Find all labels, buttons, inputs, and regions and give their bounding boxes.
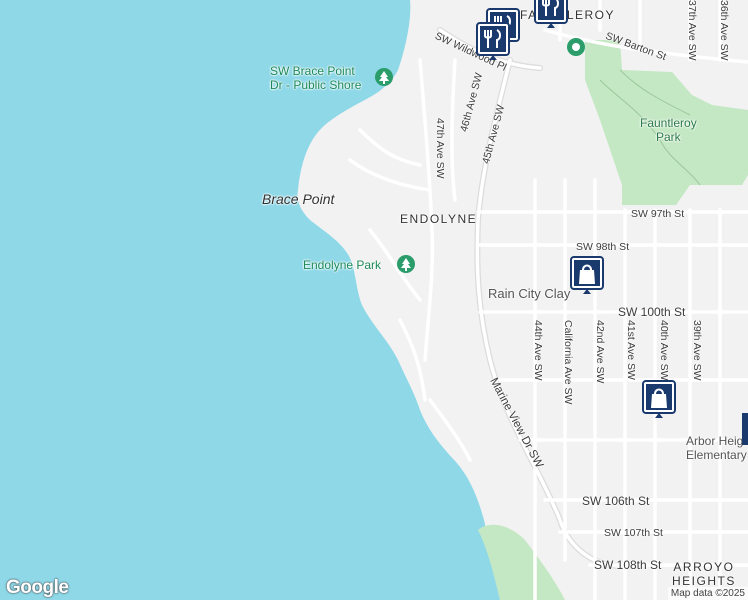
- endolyne-park-label[interactable]: Endolyne Park: [303, 258, 381, 272]
- park-icon-endolyne[interactable]: [396, 254, 416, 274]
- fork-knife-icon: [476, 22, 510, 60]
- fauntleroy-park-line1: Fauntleroy: [640, 116, 697, 130]
- road-label-sw-100th: SW 100th St: [618, 305, 686, 319]
- road-label-california-ave: California Ave SW: [562, 320, 574, 405]
- park-icon-brace-point[interactable]: [374, 67, 394, 87]
- road-label-sw-108th: SW 108th St: [594, 558, 662, 572]
- fauntleroy-park-label[interactable]: Fauntleroy Park: [640, 116, 697, 144]
- google-logo[interactable]: Google: [6, 577, 69, 599]
- arroyo-line1: ARROYO: [673, 560, 735, 574]
- arbor-heights-line1: Arbor Heights: [686, 434, 748, 448]
- road-label-sw-106th: SW 106th St: [582, 494, 650, 508]
- arbor-heights-line2: Elementary School: [686, 448, 748, 462]
- endolyne-neighborhood-label: ENDOLYNE: [400, 212, 478, 226]
- map-canvas[interactable]: SW Brace Point Dr - Public Shore Brace P…: [0, 0, 748, 600]
- shopping-marker-2[interactable]: [642, 380, 676, 420]
- brace-point-shore-line2: Dr - Public Shore: [270, 78, 362, 92]
- restaurant-marker-2[interactable]: [476, 22, 510, 62]
- road-label-37th-ave-top: 37th Ave SW: [686, 0, 698, 61]
- arbor-heights-school-label[interactable]: Arbor Heights Elementary School: [686, 434, 748, 462]
- shopping-marker-rain-city-clay[interactable]: [570, 256, 604, 296]
- rain-city-clay-label[interactable]: Rain City Clay: [488, 286, 570, 301]
- brace-point-label: Brace Point: [262, 191, 335, 207]
- marker-edge-partial[interactable]: [742, 412, 748, 452]
- road-label-sw-97th: SW 97th St: [631, 208, 685, 220]
- road-label-sw-98th: SW 98th St: [576, 241, 630, 253]
- road-label-47th-ave: 47th Ave SW: [434, 118, 446, 179]
- shopping-bag-icon: [570, 256, 604, 294]
- map-base-layer: [0, 0, 748, 600]
- road-label-44th-ave: 44th Ave SW: [532, 320, 544, 381]
- shopping-bag-icon: [642, 380, 676, 418]
- restaurant-marker-3[interactable]: [534, 0, 568, 30]
- road-label-40th-ave: 40th Ave SW: [658, 320, 670, 381]
- arroyo-heights-label: ARROYO HEIGHTS: [672, 560, 736, 588]
- map-attribution[interactable]: Map data ©2025: [667, 587, 748, 600]
- road-label-39th-ave: 39th Ave SW: [691, 320, 703, 381]
- road-label-sw-107th: SW 107th St: [604, 527, 663, 539]
- road-label-42nd-ave: 42nd Ave SW: [594, 320, 606, 384]
- road-label-36th-ave-top: 36th Ave SW: [718, 0, 730, 61]
- park-icon-top[interactable]: [566, 37, 586, 57]
- fork-knife-icon: [534, 0, 568, 28]
- fauntleroy-park-line2: Park: [656, 130, 681, 144]
- brace-point-shore-line1: SW Brace Point: [270, 64, 355, 78]
- brace-point-shore-label[interactable]: SW Brace Point Dr - Public Shore: [270, 64, 361, 92]
- arroyo-line2: HEIGHTS: [672, 574, 736, 588]
- road-label-41st-ave: 41st Ave SW: [625, 320, 637, 380]
